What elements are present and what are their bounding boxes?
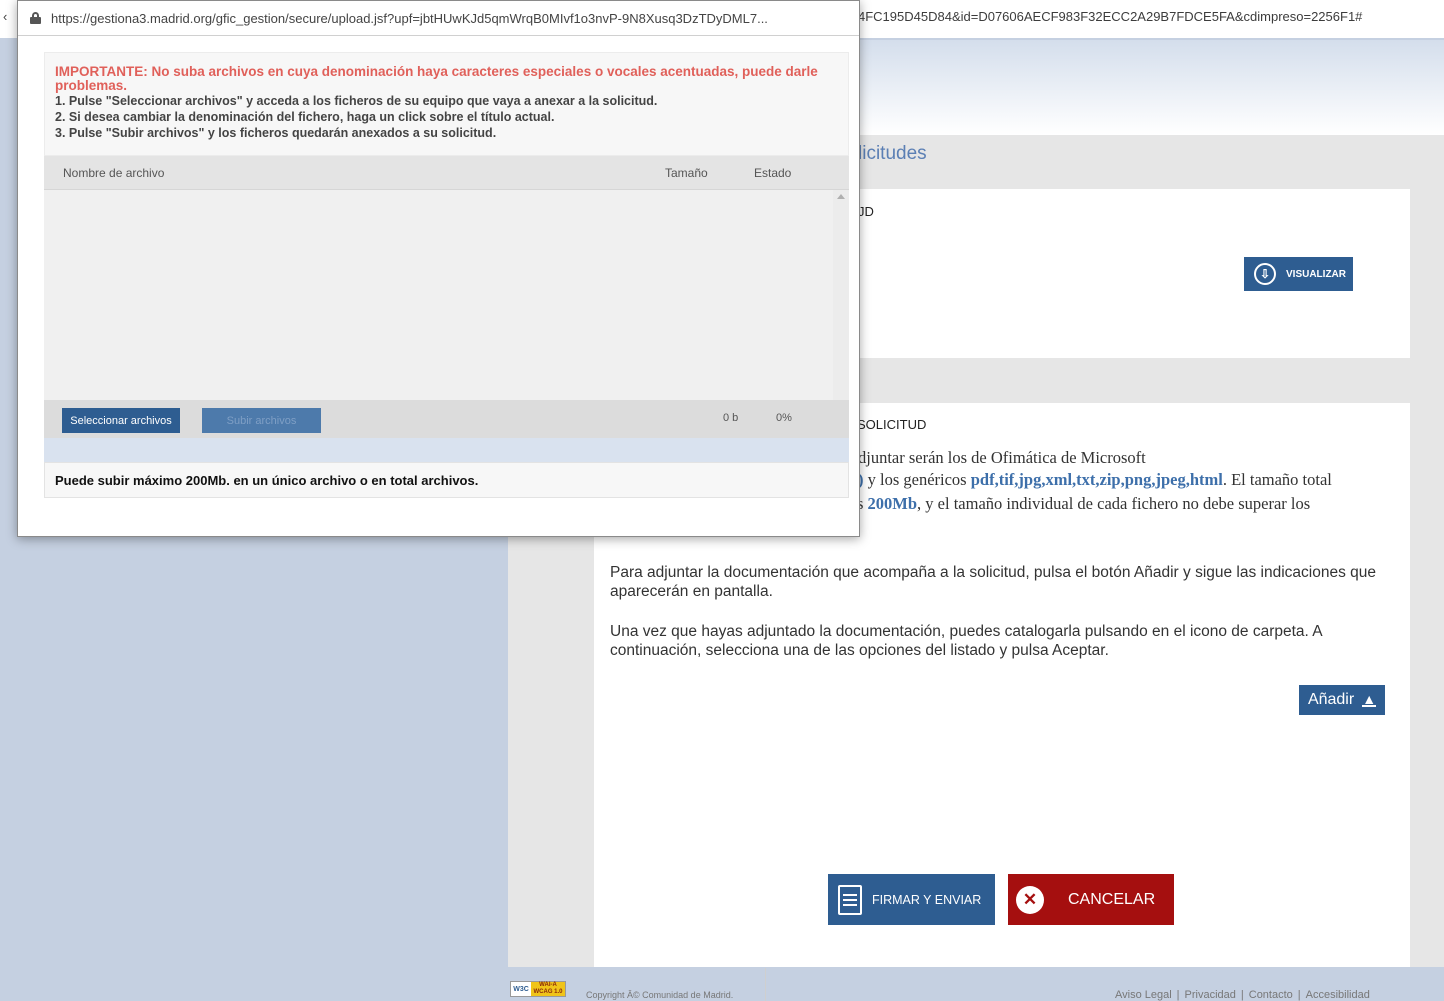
file-table-header: Nombre de archivo Tamaño Estado bbox=[44, 156, 849, 190]
upload-progress: 0% bbox=[776, 412, 792, 424]
upload-limit-note: Puede subir máximo 200Mb. en un único ar… bbox=[44, 462, 849, 498]
file-list-scrollbar[interactable] bbox=[833, 190, 849, 400]
upload-files-button[interactable]: Subir archivos bbox=[202, 408, 321, 433]
address-url-tail[interactable]: 4FC195D45D84&id=D07606AECF983F32ECC2A29B… bbox=[858, 9, 1362, 24]
attachments-card-title: SOLICITUD bbox=[857, 417, 927, 432]
column-file-name: Nombre de archivo bbox=[63, 166, 165, 180]
upload-popup-window: https://gestiona3.madrid.org/gfic_gestio… bbox=[17, 0, 860, 537]
footer-divider bbox=[765, 968, 766, 1001]
back-arrow-icon[interactable]: ‹ bbox=[3, 9, 7, 24]
instruction-step-3: 3. Pulse "Subir archivos" y los ficheros… bbox=[55, 126, 497, 140]
popup-address-bar: https://gestiona3.madrid.org/gfic_gestio… bbox=[18, 1, 859, 36]
popup-url[interactable]: https://gestiona3.madrid.org/gfic_gestio… bbox=[51, 11, 851, 26]
anadir-label: Añadir bbox=[1307, 691, 1355, 708]
upload-instructions: IMPORTANTE: No suba archivos en cuya den… bbox=[44, 52, 849, 156]
instruction-step-1: 1. Pulse "Seleccionar archivos" y acceda… bbox=[55, 94, 658, 108]
lock-icon bbox=[30, 12, 41, 24]
footer-link-contacto[interactable]: Contacto bbox=[1249, 989, 1293, 1001]
footer-links: Aviso Legal | Privacidad | Contacto | Accesibi… bbox=[1115, 989, 1370, 1001]
file-table-footer: Seleccionar archivos Subir archivos 0 b … bbox=[44, 400, 849, 438]
close-circle-icon: ✕ bbox=[1016, 885, 1044, 914]
total-size: 0 b bbox=[723, 412, 739, 424]
copyright-text: Copyright Â© Comunidad de Madrid. bbox=[586, 990, 734, 1000]
column-size: Tamaño bbox=[665, 166, 708, 180]
w3c-logo: W3C bbox=[513, 985, 529, 993]
cancelar-button[interactable]: ✕ CANCELAR bbox=[1008, 874, 1174, 925]
footer-link-privacidad[interactable]: Privacidad bbox=[1185, 989, 1236, 1001]
size-limit-line: s 200Mb, y el tamaño individual de cada … bbox=[857, 494, 1311, 513]
column-status: Estado bbox=[754, 166, 792, 180]
footer-link-accesibilidad[interactable]: Accesibilidad bbox=[1306, 989, 1370, 1001]
instruction-step-2: 2. Si desea cambiar la denominación del … bbox=[55, 110, 555, 124]
download-circle-icon: ⇩ bbox=[1254, 263, 1276, 285]
generic-formats: pdf,tif,jpg,xml,txt,zip,png,jpeg,html bbox=[970, 470, 1223, 489]
anadir-button[interactable]: Añadir ▲ bbox=[1299, 685, 1385, 715]
section-title: licitudes bbox=[858, 143, 927, 164]
footer-link-aviso-legal[interactable]: Aviso Legal bbox=[1115, 989, 1172, 1001]
file-list bbox=[44, 190, 849, 400]
total-size-limit: 200Mb bbox=[867, 494, 918, 513]
instructions-catalogar: Una vez que hayas adjuntado la documenta… bbox=[610, 623, 1322, 659]
warning-text: IMPORTANTE: No suba archivos en cuya den… bbox=[55, 64, 818, 93]
wcag-badge[interactable]: W3C WAI-A WCAG 1.0 bbox=[510, 981, 566, 997]
firmar-label: FIRMAR Y ENVIAR bbox=[872, 892, 982, 907]
firmar-enviar-button[interactable]: FIRMAR Y ENVIAR bbox=[828, 874, 995, 925]
formats-line-1: djuntar serán los de Ofimática de Micros… bbox=[858, 448, 1146, 467]
formats-line-2: ) y los genéricos pdf,tif,jpg,xml,txt,zi… bbox=[858, 470, 1332, 489]
upload-arrow-icon: ▲ bbox=[1362, 691, 1377, 707]
document-card-label: JD bbox=[858, 204, 874, 219]
visualizar-button[interactable]: ⇩ VISUALIZAR bbox=[1244, 257, 1353, 291]
instructions-adjuntar: Para adjuntar la documentación que acomp… bbox=[610, 564, 1377, 600]
sign-document-icon bbox=[838, 884, 862, 915]
select-files-button[interactable]: Seleccionar archivos bbox=[62, 408, 180, 433]
upload-progress-bar bbox=[44, 438, 849, 462]
wai-a-logo: WAI-A WCAG 1.0 bbox=[531, 982, 565, 996]
cancelar-label: CANCELAR bbox=[1068, 890, 1156, 908]
visualizar-label: VISUALIZAR bbox=[1286, 268, 1346, 280]
scroll-up-arrow-icon[interactable] bbox=[837, 194, 845, 199]
